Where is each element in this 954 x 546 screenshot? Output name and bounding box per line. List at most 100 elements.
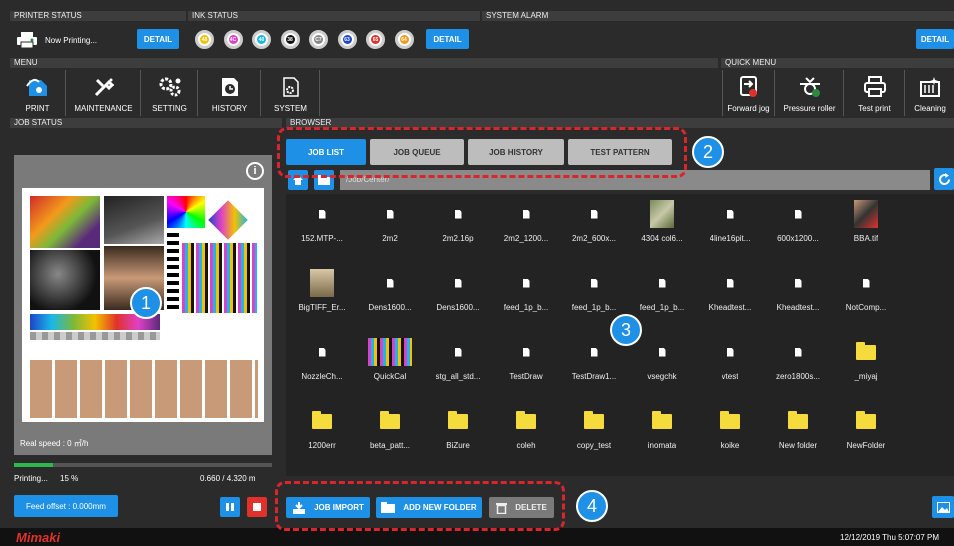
file-icon [658, 347, 666, 357]
folder-icon [652, 410, 672, 429]
menu-setting-button[interactable]: SETTING [142, 70, 198, 116]
menu-maintenance-button[interactable]: MAINTENANCE [67, 70, 141, 116]
ink-detail-button[interactable]: DETAIL [426, 29, 469, 49]
folder-item[interactable]: New folder [767, 407, 829, 450]
file-name: NotComp... [845, 303, 887, 312]
pressure-roller-icon [799, 77, 820, 97]
file-item[interactable]: vsegchk [631, 338, 693, 381]
file-item[interactable]: 2m2.16p [427, 200, 489, 243]
file-name: copy_test [576, 441, 612, 450]
file-item[interactable]: Kheadtest... [767, 269, 829, 312]
file-item[interactable]: TestDraw1... [563, 338, 625, 381]
file-icon [590, 278, 598, 288]
system-alarm-header: SYSTEM ALARM [482, 11, 954, 21]
menu-print-button[interactable]: PRINT [10, 70, 66, 116]
ink-label: 38 [285, 35, 295, 44]
file-name: NewFolder [846, 441, 886, 450]
file-item[interactable]: QuickCal [359, 338, 421, 381]
refresh-button[interactable] [934, 168, 954, 190]
file-icon [454, 347, 462, 357]
file-name: BigTIFF_Er... [298, 303, 346, 312]
folder-item[interactable]: 1200err [291, 407, 353, 450]
file-item[interactable]: BBA.tif [835, 200, 897, 243]
folder-item[interactable]: copy_test [563, 407, 625, 450]
file-thumbnail [854, 200, 878, 228]
history-icon [221, 78, 238, 96]
file-name: feed_1p_b... [639, 303, 685, 312]
file-name: BBA.tif [853, 234, 879, 243]
file-thumbnail [650, 200, 674, 228]
menu-header: MENU [10, 58, 718, 68]
file-item[interactable]: 600x1200... [767, 200, 829, 243]
file-item[interactable]: 2m2 [359, 200, 421, 243]
printer-icon [863, 76, 886, 97]
file-icon [726, 278, 734, 288]
folder-item[interactable]: NewFolder [835, 407, 897, 450]
quick-test-print-button[interactable]: Test print [845, 70, 905, 116]
stop-button[interactable] [247, 497, 267, 517]
quick-pressure-roller-button[interactable]: Pressure roller [776, 70, 844, 116]
file-icon [590, 209, 598, 219]
file-item[interactable]: feed_1p_b... [631, 269, 693, 312]
file-icon [522, 209, 530, 219]
folder-icon [516, 410, 536, 429]
file-item[interactable]: 4304 col6... [631, 200, 693, 243]
image-icon [936, 501, 950, 513]
file-name: 600x1200... [777, 234, 819, 243]
file-item[interactable]: TestDraw [495, 338, 557, 381]
menu-history-button[interactable]: HISTORY [199, 70, 261, 116]
printer-status-header: PRINTER STATUS [10, 11, 186, 21]
file-item[interactable]: 2m2_1200... [495, 200, 557, 243]
pause-button[interactable] [220, 497, 240, 517]
quick-forward-jog-button[interactable]: Forward jog [722, 70, 775, 116]
alarm-detail-button[interactable]: DETAIL [916, 29, 954, 49]
folder-icon [856, 341, 876, 360]
file-name: koike [720, 441, 740, 450]
file-item[interactable]: 4line16pit... [699, 200, 761, 243]
file-icon [454, 278, 462, 288]
file-item[interactable]: BigTIFF_Er... [291, 269, 353, 312]
file-name: Kheadtest... [708, 303, 752, 312]
folder-item[interactable]: beta_patt... [359, 407, 421, 450]
file-item[interactable]: zero1800s... [767, 338, 829, 381]
callout-4: 4 [576, 490, 608, 522]
file-item[interactable]: Dens1600... [359, 269, 421, 312]
file-name: inomata [647, 441, 677, 450]
printer-detail-button[interactable]: DETAIL [137, 29, 179, 49]
file-name: NozzleCh... [301, 372, 343, 381]
menu-system-button[interactable]: SYSTEM [262, 70, 320, 116]
file-icon [794, 347, 802, 357]
file-icon [386, 209, 394, 219]
ink-indicator: 4C [223, 30, 243, 49]
file-item[interactable]: NozzleCh... [291, 338, 353, 381]
datetime: 12/12/2019 Thu 5:07:07 PM [840, 533, 940, 542]
info-icon[interactable]: i [246, 162, 264, 180]
file-item[interactable]: feed_1p_b... [563, 269, 625, 312]
file-name: Kheadtest... [776, 303, 820, 312]
file-item[interactable]: stg_all_std... [427, 338, 489, 381]
file-item[interactable]: NotComp... [835, 269, 897, 312]
preview-toggle-button[interactable] [932, 496, 954, 518]
file-item[interactable]: 2m2_600x... [563, 200, 625, 243]
folder-item[interactable]: _miyaj [835, 338, 897, 381]
file-item[interactable]: Dens1600... [427, 269, 489, 312]
folder-item[interactable]: coleh [495, 407, 557, 450]
printed-length: 0.660 / 4.320 m [200, 474, 256, 483]
folder-item[interactable]: koike [699, 407, 761, 450]
file-item[interactable]: Kheadtest... [699, 269, 761, 312]
file-icon [726, 209, 734, 219]
ink-label: 65 [371, 35, 380, 44]
file-item[interactable]: 152.MTP-... [291, 200, 353, 243]
ink-label: C7 [314, 35, 323, 44]
progress-percent: 15 % [60, 474, 79, 483]
folder-item[interactable]: inomata [631, 407, 693, 450]
file-item[interactable]: vtest [699, 338, 761, 381]
real-speed-text: Real speed : 0 ㎡/h [20, 439, 89, 448]
feed-offset-button[interactable]: Feed offset : 0.000mm [14, 495, 118, 517]
quick-cleaning-button[interactable]: Cleaning [906, 70, 954, 116]
file-icon [522, 278, 530, 288]
file-item[interactable]: feed_1p_b... [495, 269, 557, 312]
folder-icon [584, 410, 604, 429]
ink-label: 64 [399, 35, 409, 44]
folder-item[interactable]: BiZure [427, 407, 489, 450]
